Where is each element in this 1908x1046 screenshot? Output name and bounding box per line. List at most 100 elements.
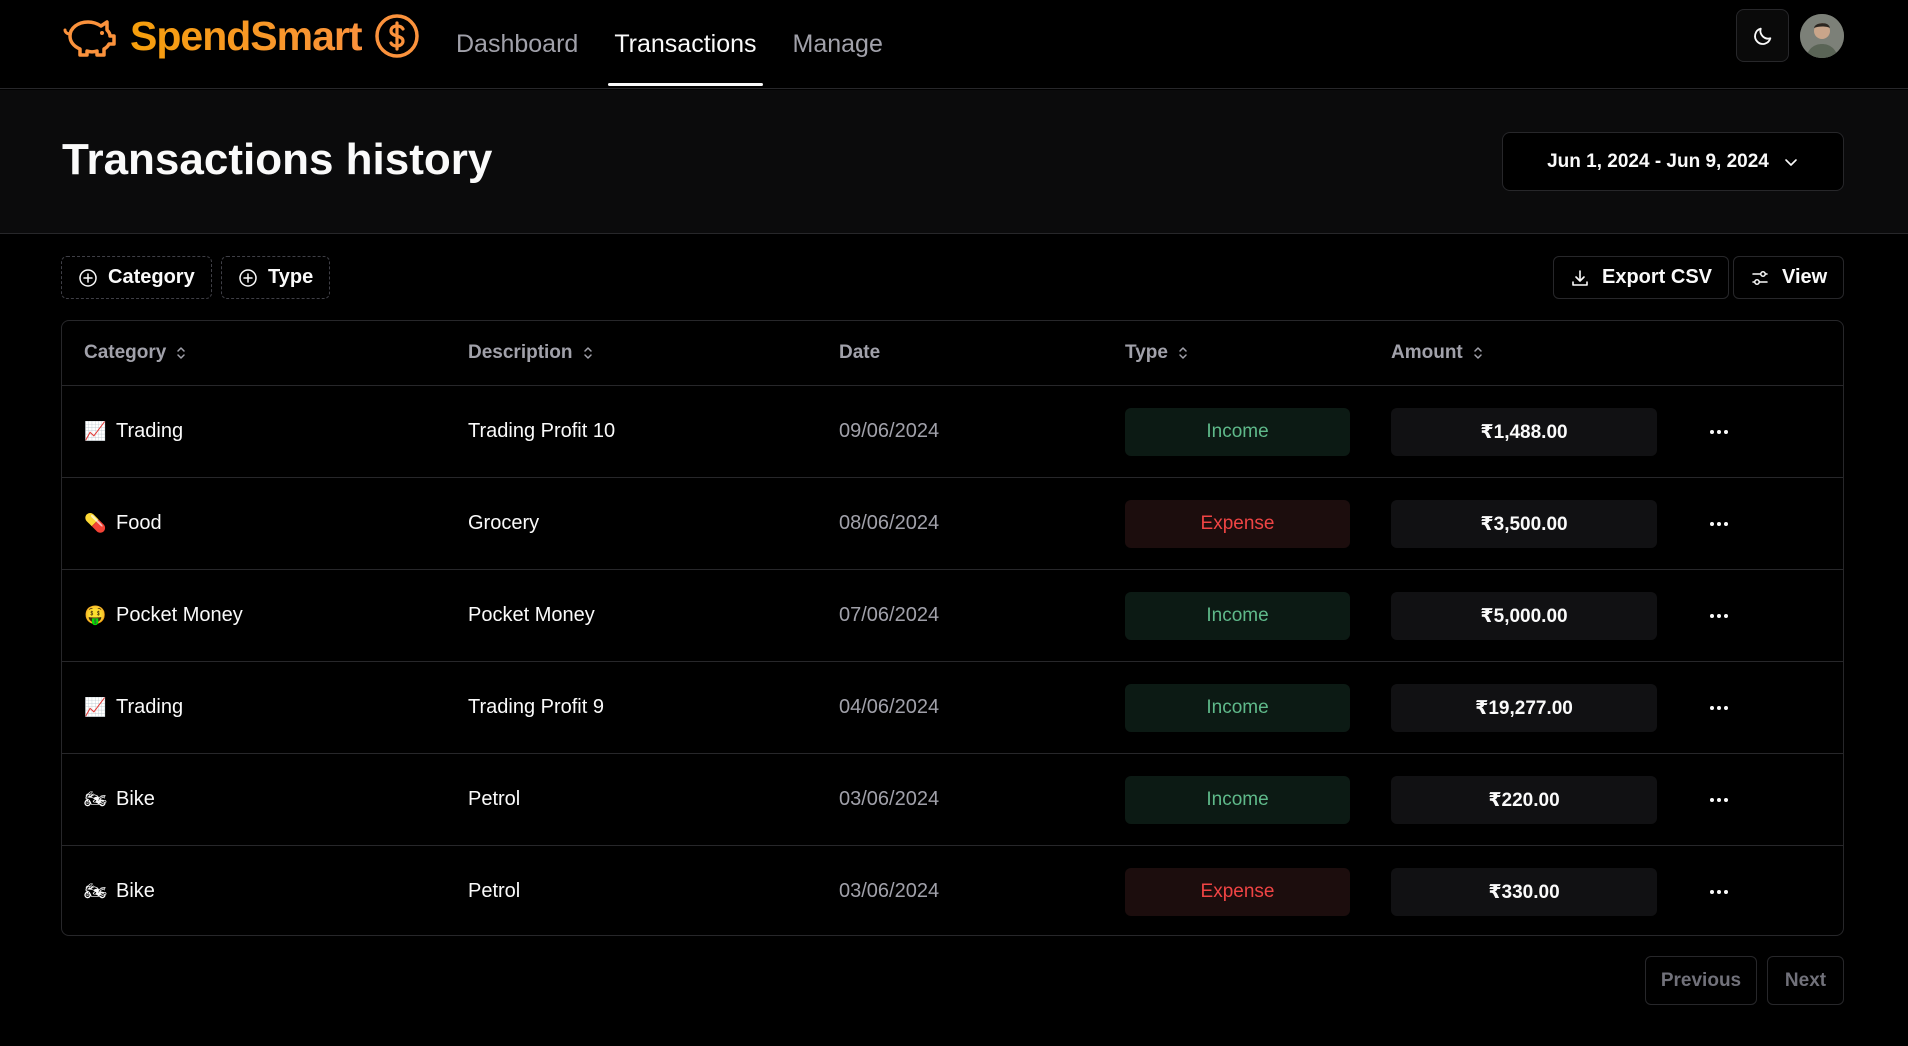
date-cell: 07/06/2024 [839,604,940,626]
category-label: Pocket Money [116,604,243,626]
filter-type-button[interactable]: Type [221,256,331,299]
row-actions-button[interactable] [1702,508,1736,540]
nav-dashboard[interactable]: Dashboard [438,0,596,89]
row-actions-button[interactable] [1702,692,1736,724]
amount-cell: ₹19,277.00 [1391,684,1657,732]
sort-icon [1179,347,1187,359]
download-icon [1572,269,1588,286]
export-csv-label: Export CSV [1602,266,1713,288]
amount-cell: ₹220.00 [1391,776,1657,824]
category-label: Bike [116,880,155,902]
type-badge: Income [1125,592,1350,640]
type-badge: Income [1125,776,1350,824]
column-header-label: Amount [1391,342,1463,363]
amount-cell: ₹5,000.00 [1391,592,1657,640]
view-options-label: View [1782,266,1828,288]
description-cell: Trading Profit 9 [468,696,604,718]
description-cell: Trading Profit 10 [468,420,616,442]
filter-category-label: Category [108,266,195,288]
date-range-label: Jun 1, 2024 - Jun 9, 2024 [1547,150,1769,172]
next-page-button[interactable]: Next [1767,956,1844,1005]
amount-cell: ₹330.00 [1391,868,1657,916]
row-actions-button[interactable] [1702,784,1736,816]
table-body: 📈 Trading Trading Profit 10 09/06/2024 I… [62,386,1843,935]
moon-icon [1753,27,1771,45]
category-cell: 🏍 Bike [84,754,155,845]
column-header-amount[interactable]: Amount [1391,321,1485,385]
description-cell: Pocket Money [468,604,595,626]
more-horizontal-icon [1710,430,1728,434]
date-cell: 04/06/2024 [839,696,940,718]
chart-increasing-emoji: 📈 [84,697,107,717]
description-cell: Petrol [468,788,521,810]
user-photo-icon [1800,14,1844,58]
date-cell: 09/06/2024 [839,420,940,442]
chart-increasing-emoji: 📈 [84,421,107,441]
more-horizontal-icon [1710,890,1728,894]
column-header-category[interactable]: Category [84,321,188,385]
column-header-date: Date [839,321,880,385]
category-cell: 📈 Trading [84,386,183,477]
top-navigation-bar: SpendSmart Dashboard Transactions Manage [0,0,1908,89]
sort-icon [583,347,592,359]
export-csv-button[interactable]: Export CSV [1553,256,1730,299]
table-row[interactable]: 📈 Trading Trading Profit 10 09/06/2024 I… [62,386,1843,478]
nav-transactions[interactable]: Transactions [596,0,774,89]
table-row[interactable]: 🏍 Bike Petrol 03/06/2024 Expense ₹330.00 [62,846,1843,935]
table-row[interactable]: 🤑 Pocket Money Pocket Money 07/06/2024 I… [62,570,1843,662]
view-options-button[interactable]: View [1733,256,1845,299]
more-horizontal-icon [1710,614,1728,618]
row-actions-button[interactable] [1702,416,1736,448]
category-label: Trading [116,420,184,442]
piggy-bank-icon [63,20,116,57]
type-badge: Expense [1125,500,1350,548]
chevron-down-icon [1785,158,1797,166]
table-row[interactable]: 💊 Food Grocery 08/06/2024 Expense ₹3,500… [62,478,1843,570]
description-cell: Grocery [468,512,540,534]
category-cell: 📈 Trading [84,662,183,753]
column-header-description[interactable]: Description [468,321,595,385]
sliders-icon [1752,270,1768,285]
motorcycle-emoji: 🏍 [84,881,107,901]
brand-logo[interactable]: SpendSmart [62,13,420,59]
date-cell: 03/06/2024 [839,788,940,810]
category-label: Food [116,512,162,534]
amount-cell: ₹3,500.00 [1391,500,1657,548]
user-avatar[interactable] [1800,14,1844,58]
plus-circle-icon [79,268,97,287]
theme-toggle-button[interactable] [1736,9,1789,62]
main-nav: Dashboard Transactions Manage [438,0,901,89]
category-label: Bike [116,788,155,810]
column-header-label: Date [839,342,881,363]
filter-category-button[interactable]: Category [61,256,212,299]
row-actions-button[interactable] [1702,876,1736,908]
column-header-type[interactable]: Type [1125,321,1190,385]
type-badge: Income [1125,684,1350,732]
nav-manage[interactable]: Manage [775,0,901,89]
page-title: Transactions history [62,135,493,184]
type-badge: Income [1125,408,1350,456]
date-cell: 03/06/2024 [839,880,940,902]
money-mouth-face-emoji: 🤑 [84,605,107,625]
table-header: Category Description Date Type Amount [62,321,1843,386]
column-header-label: Type [1125,342,1168,363]
table-row[interactable]: 🏍 Bike Petrol 03/06/2024 Income ₹220.00 [62,754,1843,846]
more-horizontal-icon [1710,706,1728,710]
column-header-label: Category [84,342,167,363]
category-cell: 🏍 Bike [84,846,155,935]
pill-emoji: 💊 [84,513,107,533]
sort-icon [1474,347,1482,359]
amount-cell: ₹1,488.00 [1391,408,1657,456]
date-range-picker[interactable]: Jun 1, 2024 - Jun 9, 2024 [1502,132,1844,191]
plus-circle-icon [239,268,257,287]
transactions-table: Category Description Date Type Amount 📈 … [61,320,1844,936]
category-cell: 💊 Food [84,478,162,569]
more-horizontal-icon [1710,798,1728,802]
table-row[interactable]: 📈 Trading Trading Profit 9 04/06/2024 In… [62,662,1843,754]
row-actions-button[interactable] [1702,600,1736,632]
previous-page-button[interactable]: Previous [1645,956,1757,1005]
sort-icon [177,347,186,359]
dollar-coin-icon [374,14,419,58]
category-label: Trading [116,696,184,718]
more-horizontal-icon [1710,522,1728,526]
